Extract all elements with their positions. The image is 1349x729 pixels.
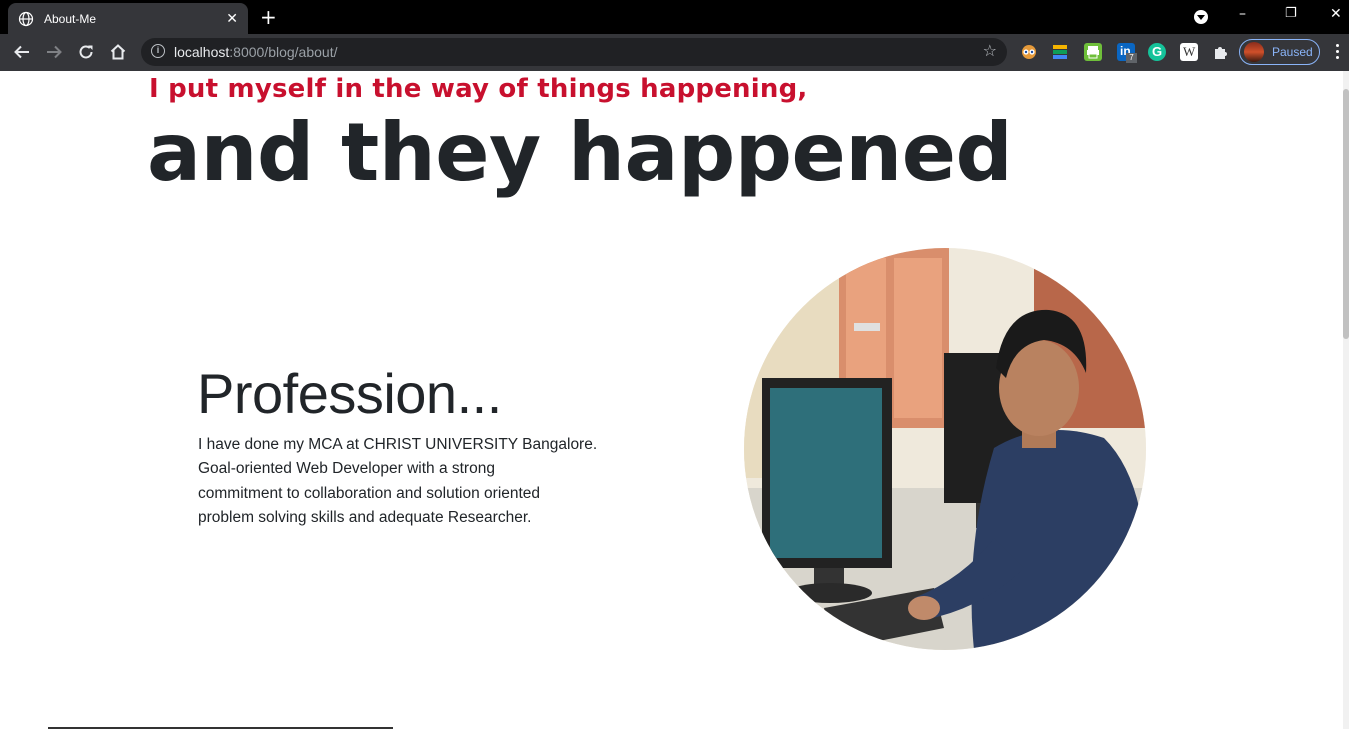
profile-photo [744, 248, 1146, 650]
home-button[interactable] [107, 41, 129, 63]
bookmark-star-icon[interactable]: ☆ [983, 41, 997, 60]
profession-line: commitment to collaboration and solution… [198, 484, 541, 502]
globe-icon [18, 11, 34, 26]
extension-print-icon[interactable] [1084, 43, 1102, 61]
hero-tagline: I put myself in the way of things happen… [149, 74, 808, 104]
profile-button[interactable]: Paused [1239, 39, 1320, 65]
hero-headline: and they happened [147, 106, 1013, 199]
profession-line: Goal-oriented Web Developer with a stron… [198, 460, 495, 478]
forward-arrow-icon [47, 45, 62, 59]
reload-icon [79, 45, 93, 59]
about-page: I put myself in the way of things happen… [0, 71, 1349, 729]
site-info-icon[interactable]: i [151, 44, 165, 58]
chrome-profile-menu-icon[interactable] [1194, 10, 1208, 24]
extension-eyes-icon[interactable] [1020, 43, 1038, 61]
extension-stack-icon[interactable] [1051, 43, 1069, 61]
home-icon [110, 44, 126, 60]
avatar [1244, 42, 1264, 62]
back-button[interactable] [11, 41, 33, 63]
tab-strip: About-Me ✕ + – ❐ ✕ [0, 0, 1349, 34]
reload-button[interactable] [75, 41, 97, 63]
chrome-menu-icon[interactable] [1336, 44, 1340, 60]
tab-title: About-Me [44, 11, 97, 26]
profession-title: Profession... [197, 362, 502, 425]
profession-description: I have done my MCA at CHRIST UNIVERSITY … [198, 433, 598, 530]
back-arrow-icon [14, 45, 29, 59]
browser-toolbar: i localhost:8000/blog/about/ ☆ in 7 G W … [0, 34, 1349, 71]
forward-button[interactable] [43, 41, 65, 63]
minimize-button[interactable]: – [1239, 6, 1246, 22]
scrollbar-thumb[interactable] [1343, 89, 1349, 339]
extension-grammarly-icon[interactable]: G [1148, 43, 1166, 61]
url-text[interactable]: localhost:8000/blog/about/ [174, 44, 337, 60]
tab-close-icon[interactable]: ✕ [226, 11, 238, 27]
restore-button[interactable]: ❐ [1285, 6, 1297, 21]
extension-w-icon[interactable]: W [1180, 43, 1198, 61]
address-bar[interactable]: i localhost:8000/blog/about/ ☆ [141, 38, 1007, 66]
extension-linkedin-icon[interactable]: in 7 [1117, 43, 1137, 63]
tab-about-me[interactable]: About-Me ✕ [8, 3, 248, 34]
profession-line: problem solving skills and adequate Rese… [198, 508, 532, 526]
extensions-puzzle-icon[interactable] [1212, 43, 1230, 61]
close-window-button[interactable]: ✕ [1330, 6, 1342, 22]
profile-status: Paused [1272, 45, 1313, 59]
profession-line: I have done my MCA at CHRIST UNIVERSITY … [198, 436, 598, 453]
page-scrollbar[interactable] [1343, 71, 1349, 729]
new-tab-button[interactable]: + [260, 7, 277, 27]
extension-badge: 7 [1126, 53, 1137, 63]
